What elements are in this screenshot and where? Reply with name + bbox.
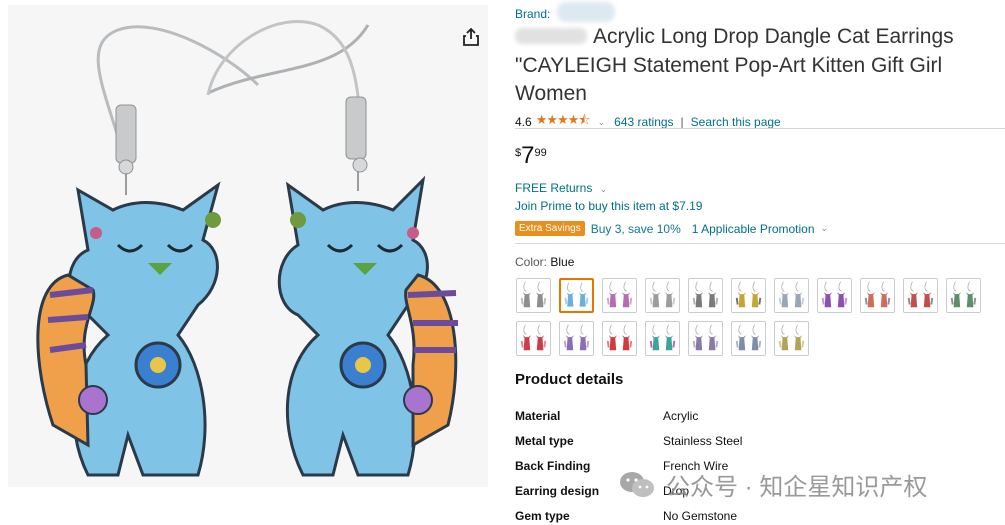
detail-key: Material [515, 408, 561, 423]
search-page-link[interactable]: Search this page [691, 115, 781, 129]
swatch-thumbnail [689, 279, 722, 312]
color-swatch-variant-2[interactable] [559, 278, 594, 313]
wechat-icon [620, 471, 654, 497]
price: $ 7 99 [515, 143, 547, 169]
free-returns-label: FREE Returns [515, 181, 593, 195]
color-swatch-variant-14[interactable] [602, 321, 637, 356]
swatch-thumbnail [646, 322, 679, 355]
color-swatch-grid [516, 278, 991, 356]
swatch-thumbnail [904, 279, 937, 312]
swatch-thumbnail [861, 279, 894, 312]
detail-row: Gem type No Gemstone [515, 503, 985, 525]
color-swatch-variant-1[interactable] [516, 278, 551, 313]
price-fraction: 99 [534, 147, 547, 159]
promotion-row: Extra Savings Buy 3, save 10% 1 Applicab… [515, 221, 828, 236]
color-swatch-variant-9[interactable] [860, 278, 895, 313]
rating-value: 4.6 [515, 115, 532, 129]
returns-chevron-down-icon: ⌄ [599, 184, 608, 194]
watermark-text: 公众号 · 知企星知识产权 [666, 474, 928, 501]
price-whole: 7 [521, 142, 535, 169]
product-details-heading: Product details [515, 371, 624, 388]
detail-key: Metal type [515, 433, 574, 448]
rating-row: 4.6 ★★★★⯪ ⌄ 643 ratings | Search this pa… [515, 111, 781, 133]
brand-link[interactable]: Brand: [515, 7, 550, 21]
swatch-thumbnail [517, 322, 550, 355]
divider [515, 243, 1005, 244]
detail-key: Gem type [515, 508, 570, 523]
product-details-table: Material Acrylic Metal type Stainless Steel… [515, 403, 985, 525]
color-swatch-variant-15[interactable] [645, 321, 680, 356]
swatch-thumbnail [689, 322, 722, 355]
divider [515, 128, 1005, 129]
color-swatch-variant-13[interactable] [559, 321, 594, 356]
share-button[interactable] [461, 27, 481, 47]
detail-value: No Gemstone [663, 508, 738, 523]
detail-row: Material Acrylic [515, 403, 985, 428]
title-redaction [515, 28, 587, 44]
color-value: Blue [550, 255, 575, 269]
watermark: 公众号 · 知企星知识产权 [618, 467, 927, 502]
swatch-thumbnail [775, 322, 808, 355]
share-icon [463, 27, 479, 46]
color-swatch-variant-4[interactable] [645, 278, 680, 313]
swatch-thumbnail [603, 279, 636, 312]
color-selection: Color: Blue [515, 255, 574, 269]
brand-label: Brand: [515, 7, 551, 21]
promo-chevron-down-icon[interactable]: ⌄ [821, 223, 829, 234]
swatch-thumbnail [517, 279, 550, 312]
color-swatch-variant-12[interactable] [516, 321, 551, 356]
promo-offer-text: Buy 3, save 10% [590, 221, 681, 236]
color-swatch-variant-5[interactable] [688, 278, 723, 313]
extra-savings-badge: Extra Savings [515, 221, 585, 236]
product-image[interactable] [8, 5, 488, 487]
color-swatch-variant-16[interactable] [688, 321, 723, 356]
rating-chevron-down-icon[interactable]: ⌄ [598, 117, 606, 128]
star-rating-icon[interactable]: ★★★★⯪ [536, 111, 591, 133]
detail-value: Stainless Steel [663, 433, 743, 448]
color-swatch-variant-17[interactable] [731, 321, 766, 356]
swatch-thumbnail [560, 322, 593, 355]
join-prime-link[interactable]: Join Prime to buy this item at $7.19 [515, 199, 702, 213]
color-swatch-variant-7[interactable] [774, 278, 809, 313]
swatch-thumbnail [732, 322, 765, 355]
swatch-thumbnail [775, 279, 808, 312]
swatch-thumbnail [818, 279, 851, 312]
brand-redaction [557, 2, 615, 22]
detail-row: Metal type Stainless Steel [515, 428, 985, 453]
product-details-panel: Brand: Acrylic Long Drop Dangle Cat Earr… [515, 0, 1005, 525]
swatch-thumbnail [646, 279, 679, 312]
swatch-thumbnail [732, 279, 765, 312]
swatch-thumbnail [561, 280, 592, 311]
color-swatch-variant-8[interactable] [817, 278, 852, 313]
color-label: Color: [515, 255, 548, 269]
color-swatch-variant-6[interactable] [731, 278, 766, 313]
swatch-thumbnail [603, 322, 636, 355]
color-swatch-variant-11[interactable] [946, 278, 981, 313]
product-image-panel[interactable] [8, 5, 488, 487]
product-title: Acrylic Long Drop Dangle Cat Earrings "C… [515, 23, 985, 109]
color-swatch-variant-3[interactable] [602, 278, 637, 313]
applicable-promotion-link[interactable]: 1 Applicable Promotion [692, 222, 815, 236]
free-returns-link[interactable]: FREE Returns ⌄ [515, 181, 607, 195]
swatch-thumbnail [947, 279, 980, 312]
color-swatch-variant-18[interactable] [774, 321, 809, 356]
rating-separator: | [680, 115, 684, 129]
color-swatch-variant-10[interactable] [903, 278, 938, 313]
detail-value: Acrylic [663, 408, 699, 423]
ratings-count-link[interactable]: 643 ratings [614, 115, 673, 129]
